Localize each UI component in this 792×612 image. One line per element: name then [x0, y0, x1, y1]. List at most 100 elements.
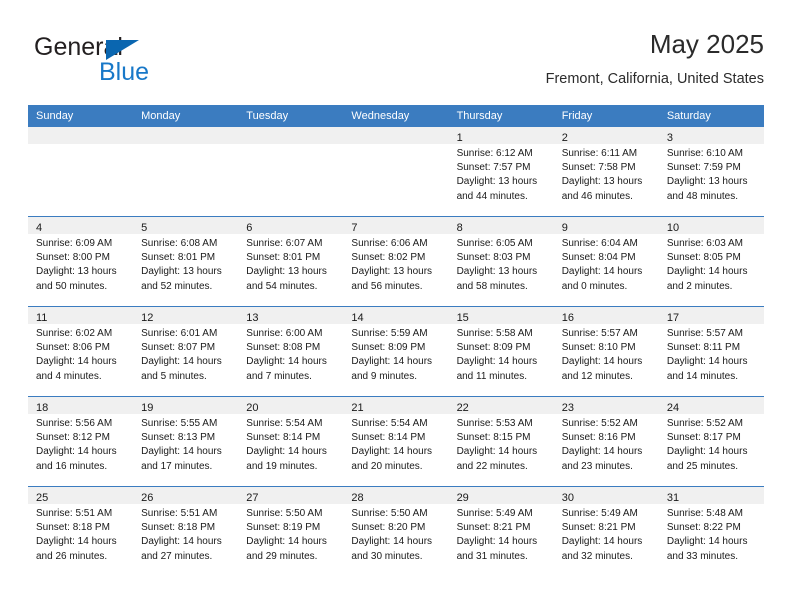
daylight-line-2: and 56 minutes.: [351, 280, 423, 292]
calendar-cell-day-31[interactable]: 31 Sunrise: 5:48 AM Sunset: 8:22 PM Dayligh…: [658, 486, 764, 576]
sunrise-line: Sunrise: 5:53 AM: [456, 418, 533, 429]
calendar-cell-inner: 24 Sunrise: 5:52 AM Sunset: 8:17 PM Dayligh…: [658, 397, 764, 486]
sunrise-line: Sunrise: 5:58 AM: [456, 328, 533, 339]
daylight-line-2: and 11 minutes.: [456, 370, 527, 382]
day-number-band: 16: [553, 307, 659, 324]
day-number: 3: [666, 132, 673, 144]
day-number: 9: [561, 222, 568, 234]
daylight-line-2: and 52 minutes.: [141, 280, 213, 292]
daylight-line-2: and 32 minutes.: [561, 550, 633, 562]
day-number: 7: [351, 222, 358, 234]
day-detail-text: Sunrise: 6:08 AM Sunset: 8:01 PM Daylight:…: [133, 234, 238, 294]
calendar-cell-day-30[interactable]: 30 Sunrise: 5:49 AM Sunset: 8:21 PM Dayligh…: [553, 486, 659, 576]
calendar-cell-day-5[interactable]: 5 Sunrise: 6:08 AM Sunset: 8:01 PM Daylight…: [133, 216, 239, 307]
calendar-cell-day-4[interactable]: 4 Sunrise: 6:09 AM Sunset: 8:00 PM Daylight…: [28, 216, 134, 307]
logo-triangle-icon: [106, 40, 139, 60]
daylight-line-2: and 48 minutes.: [666, 190, 739, 202]
sunrise-line: Sunrise: 6:03 AM: [666, 238, 743, 249]
calendar-cell-inner: 31 Sunrise: 5:48 AM Sunset: 8:22 PM Dayligh…: [658, 487, 764, 576]
daylight-line-2: and 58 minutes.: [456, 280, 528, 292]
sunset-line: Sunset: 7:59 PM: [666, 162, 741, 174]
daylight-line-1: Daylight: 13 hours: [141, 266, 222, 278]
day-number: 22: [456, 402, 469, 414]
calendar-cell-day-12[interactable]: 12 Sunrise: 6:01 AM Sunset: 8:07 PM Dayligh…: [133, 306, 239, 397]
calendar-cell-day-18[interactable]: 18 Sunrise: 5:56 AM Sunset: 8:12 PM Dayligh…: [28, 396, 134, 487]
calendar-cell-inner: 8 Sunrise: 6:05 AM Sunset: 8:03 PM Daylight…: [448, 217, 554, 306]
day-number: 15: [456, 312, 469, 324]
calendar-cell-day-10[interactable]: 10 Sunrise: 6:03 AM Sunset: 8:05 PM Dayligh…: [658, 216, 764, 307]
day-number-band: [28, 127, 134, 144]
day-detail-text: Sunrise: 5:50 AM Sunset: 8:20 PM Daylight:…: [343, 504, 448, 564]
day-number: 31: [666, 492, 680, 504]
day-number: 29: [456, 492, 469, 504]
calendar-cell-day-16[interactable]: 16 Sunrise: 5:57 AM Sunset: 8:10 PM Dayligh…: [553, 306, 659, 397]
calendar-cell-empty: [238, 127, 344, 217]
calendar-cell-day-11[interactable]: 11 Sunrise: 6:02 AM Sunset: 8:06 PM Dayligh…: [28, 306, 134, 397]
calendar-cell-day-17[interactable]: 17 Sunrise: 5:57 AM Sunset: 8:11 PM Dayligh…: [658, 306, 764, 397]
daylight-line-1: Daylight: 14 hours: [561, 446, 643, 458]
calendar-cell-day-25[interactable]: 25 Sunrise: 5:51 AM Sunset: 8:18 PM Dayligh…: [28, 486, 134, 576]
calendar-cell-inner: 4 Sunrise: 6:09 AM Sunset: 8:00 PM Daylight…: [28, 217, 134, 306]
day-number-band: 29: [448, 487, 554, 504]
calendar-cell-day-6[interactable]: 6 Sunrise: 6:07 AM Sunset: 8:01 PM Daylight…: [238, 216, 344, 307]
calendar-cell-day-27[interactable]: 27 Sunrise: 5:50 AM Sunset: 8:19 PM Dayligh…: [238, 486, 344, 576]
sunset-line: Sunset: 8:17 PM: [666, 432, 741, 444]
calendar-cell-day-24[interactable]: 24 Sunrise: 5:52 AM Sunset: 8:17 PM Dayligh…: [658, 396, 764, 487]
calendar-header-row: Sunday Monday Tuesday Wednesday Thursday Frid…: [28, 105, 764, 127]
day-number-band: 8: [448, 217, 554, 234]
calendar-cell-day-29[interactable]: 29 Sunrise: 5:49 AM Sunset: 8:21 PM Dayligh…: [448, 486, 554, 576]
day-number: 14: [351, 312, 364, 324]
weekday-header-wednesday: Wednesday: [343, 105, 449, 127]
calendar-cell-day-7[interactable]: 7 Sunrise: 6:06 AM Sunset: 8:02 PM Daylight…: [343, 216, 449, 307]
day-number-band: 21: [343, 397, 449, 414]
calendar-cell-day-9[interactable]: 9 Sunrise: 6:04 AM Sunset: 8:04 PM Daylight…: [553, 216, 659, 307]
sunset-line: Sunset: 8:19 PM: [246, 522, 321, 534]
calendar-cell-inner: 15 Sunrise: 5:58 AM Sunset: 8:09 PM Dayligh…: [448, 307, 554, 396]
sunrise-line: Sunrise: 6:12 AM: [456, 148, 533, 159]
day-number-band: [133, 127, 239, 144]
sunrise-line: Sunrise: 6:01 AM: [141, 328, 218, 339]
daylight-line-1: Daylight: 14 hours: [456, 446, 538, 458]
day-number-band: [238, 127, 344, 144]
sunset-line: Sunset: 8:00 PM: [36, 252, 110, 264]
calendar-cell-inner: 29 Sunrise: 5:49 AM Sunset: 8:21 PM Dayligh…: [448, 487, 554, 576]
calendar-cell-day-3[interactable]: 3 Sunrise: 6:10 AM Sunset: 7:59 PM Daylight…: [658, 127, 764, 217]
page-header: General Blue May 2025 Fremont, Californi…: [28, 28, 764, 98]
weekday-header-monday: Monday: [133, 105, 239, 127]
calendar-cell-inner: [28, 127, 134, 216]
calendar-cell-inner: 12 Sunrise: 6:01 AM Sunset: 8:07 PM Dayligh…: [133, 307, 239, 396]
calendar-cell-day-19[interactable]: 19 Sunrise: 5:55 AM Sunset: 8:13 PM Dayligh…: [133, 396, 239, 487]
daylight-line-1: Daylight: 13 hours: [456, 266, 538, 278]
calendar-cell-day-13[interactable]: 13 Sunrise: 6:00 AM Sunset: 8:08 PM Dayligh…: [238, 306, 344, 397]
calendar-cell-day-21[interactable]: 21 Sunrise: 5:54 AM Sunset: 8:14 PM Dayligh…: [343, 396, 449, 487]
calendar-cell-day-28[interactable]: 28 Sunrise: 5:50 AM Sunset: 8:20 PM Dayligh…: [343, 486, 449, 576]
sunset-line: Sunset: 8:16 PM: [561, 432, 636, 444]
calendar-cell-day-15[interactable]: 15 Sunrise: 5:58 AM Sunset: 8:09 PM Dayligh…: [448, 306, 554, 397]
day-detail-text: [343, 144, 448, 147]
day-number-band: 20: [238, 397, 344, 414]
day-detail-text: [238, 144, 343, 147]
daylight-line-1: Daylight: 13 hours: [666, 176, 748, 188]
sunrise-line: Sunrise: 5:55 AM: [141, 418, 218, 429]
sunrise-line: Sunrise: 5:50 AM: [351, 508, 428, 519]
day-number-band: 2: [553, 127, 659, 144]
calendar-cell-day-1[interactable]: 1 Sunrise: 6:12 AM Sunset: 7:57 PM Daylight…: [448, 127, 554, 217]
calendar-cell-inner: 3 Sunrise: 6:10 AM Sunset: 7:59 PM Daylight…: [658, 127, 764, 216]
calendar-week-row: 1 Sunrise: 6:12 AM Sunset: 7:57 PM Daylight…: [28, 127, 764, 217]
sunset-line: Sunset: 7:58 PM: [561, 162, 636, 174]
calendar-cell-day-2[interactable]: 2 Sunrise: 6:11 AM Sunset: 7:58 PM Daylight…: [553, 127, 659, 217]
day-number-band: 19: [133, 397, 239, 414]
calendar-cell-day-22[interactable]: 22 Sunrise: 5:53 AM Sunset: 8:15 PM Dayligh…: [448, 396, 554, 487]
calendar-cell-day-20[interactable]: 20 Sunrise: 5:54 AM Sunset: 8:14 PM Dayligh…: [238, 396, 344, 487]
calendar-cell-day-26[interactable]: 26 Sunrise: 5:51 AM Sunset: 8:18 PM Dayligh…: [133, 486, 239, 576]
calendar-cell-day-14[interactable]: 14 Sunrise: 5:59 AM Sunset: 8:09 PM Dayligh…: [343, 306, 449, 397]
sunrise-line: Sunrise: 6:02 AM: [36, 328, 113, 339]
general-blue-logo[interactable]: General Blue: [34, 34, 234, 90]
calendar-cell-day-8[interactable]: 8 Sunrise: 6:05 AM Sunset: 8:03 PM Daylight…: [448, 216, 554, 307]
calendar-cell-inner: 28 Sunrise: 5:50 AM Sunset: 8:20 PM Dayligh…: [343, 487, 449, 576]
day-number-band: 13: [238, 307, 344, 324]
calendar-cell-day-23[interactable]: 23 Sunrise: 5:52 AM Sunset: 8:16 PM Dayligh…: [553, 396, 659, 487]
sunset-line: Sunset: 8:14 PM: [351, 432, 426, 444]
daylight-line-2: and 23 minutes.: [561, 460, 633, 472]
day-number-band: 4: [28, 217, 134, 234]
